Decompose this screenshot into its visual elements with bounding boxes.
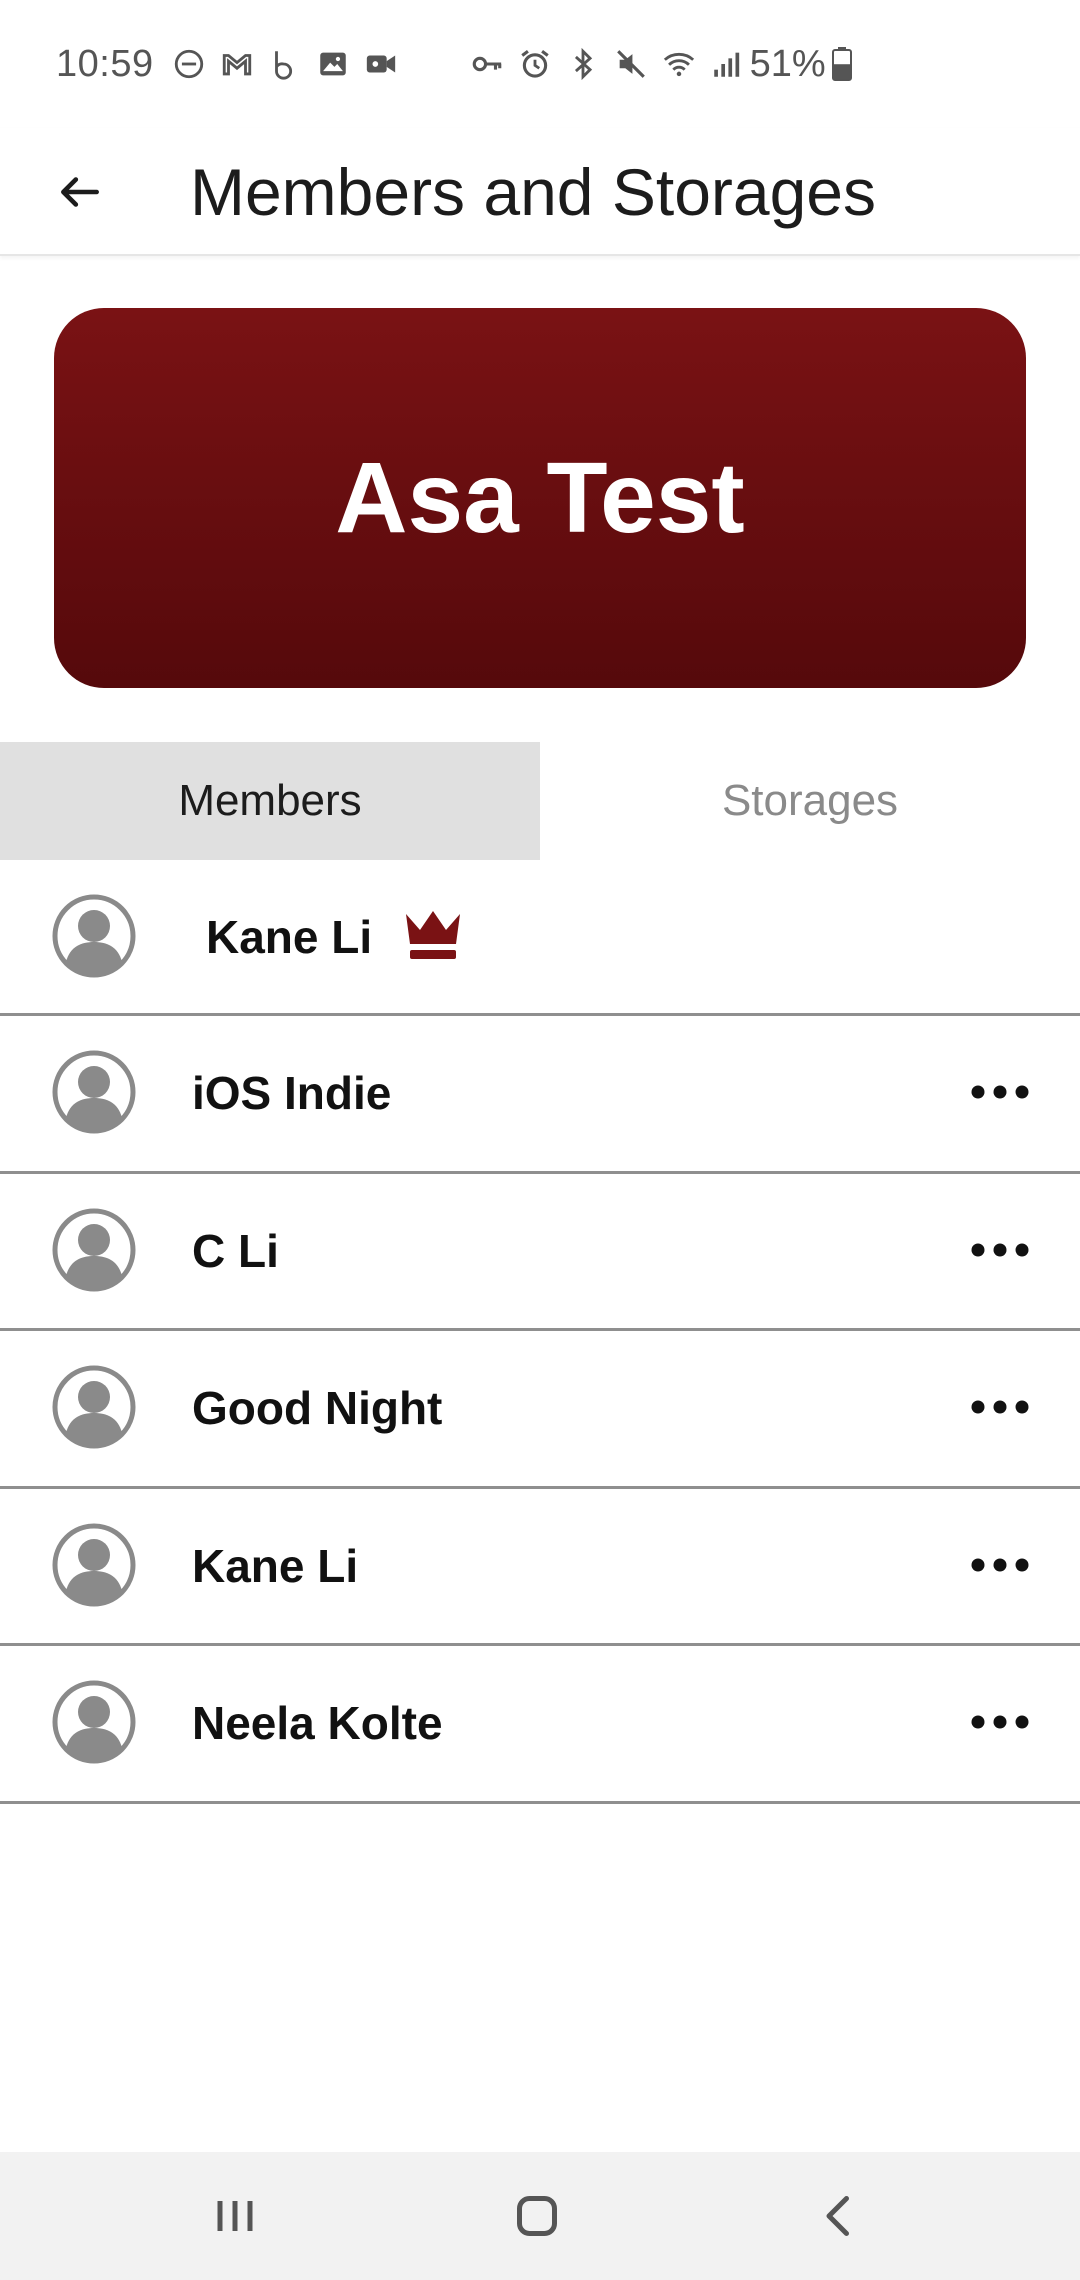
more-options-button[interactable] — [968, 1228, 1032, 1272]
more-horizontal-icon — [971, 1085, 1029, 1099]
more-options-button[interactable] — [968, 1543, 1032, 1587]
status-bar: 10:59 51% — [0, 0, 1080, 128]
home-button[interactable] — [492, 2176, 582, 2256]
alarm-icon — [518, 47, 552, 81]
battery-icon — [831, 47, 852, 81]
more-horizontal-icon — [971, 1243, 1029, 1256]
dnd-icon — [172, 47, 206, 81]
avatar — [52, 1050, 136, 1134]
more-options-button[interactable] — [968, 1070, 1032, 1114]
back-button[interactable] — [44, 156, 116, 228]
member-name: Neela Kolte — [192, 1697, 443, 1749]
status-time: 10:59 — [56, 42, 154, 85]
tab-storages[interactable]: Storages — [540, 742, 1080, 860]
vpn-key-icon — [470, 47, 504, 81]
avatar — [52, 1523, 136, 1607]
recents-button[interactable] — [190, 2176, 280, 2256]
system-nav-bar — [0, 2152, 1080, 2280]
recents-icon — [217, 2201, 253, 2231]
status-notification-icons — [172, 47, 744, 81]
more-options-button[interactable] — [968, 1385, 1032, 1429]
member-row[interactable]: Kane Li — [0, 1489, 1080, 1646]
user-avatar-icon — [52, 1365, 136, 1449]
members-list: Kane Li iOS Indie C Li Good Night Kane L… — [0, 860, 1080, 1804]
more-horizontal-icon — [971, 1715, 1029, 1729]
system-back-button[interactable] — [794, 2176, 884, 2256]
wifi-icon — [662, 47, 696, 81]
bluetooth-icon — [566, 47, 600, 81]
member-row[interactable]: Neela Kolte — [0, 1646, 1080, 1804]
member-row[interactable]: iOS Indie — [0, 1016, 1080, 1174]
member-name: iOS Indie — [192, 1067, 392, 1119]
gmail-icon — [220, 47, 254, 81]
more-options-button[interactable] — [968, 1700, 1032, 1744]
member-row[interactable]: C Li — [0, 1174, 1080, 1331]
avatar — [52, 1680, 136, 1764]
user-avatar-icon — [52, 1208, 136, 1291]
avatar — [52, 1208, 136, 1292]
user-avatar-icon — [52, 1523, 136, 1606]
more-horizontal-icon — [971, 1558, 1029, 1571]
avatar — [52, 1365, 136, 1449]
app-bar: Members and Storages — [0, 128, 1080, 256]
member-name: Kane Li — [206, 911, 373, 963]
user-avatar-icon — [52, 894, 136, 978]
member-row-owner[interactable]: Kane Li — [0, 860, 1080, 1016]
avatar — [52, 894, 136, 978]
group-name: Asa Test — [335, 441, 745, 554]
more-horizontal-icon — [971, 1400, 1029, 1414]
member-row[interactable]: Good Night — [0, 1331, 1080, 1489]
gallery-icon — [316, 47, 350, 81]
b-app-icon — [268, 47, 302, 81]
page-title: Members and Storages — [190, 155, 877, 229]
mute-icon — [614, 47, 648, 81]
back-icon — [826, 2196, 849, 2236]
member-name: Good Night — [192, 1382, 443, 1434]
video-icon — [364, 47, 398, 81]
user-avatar-icon — [52, 1680, 136, 1764]
battery-percent: 51% — [749, 42, 826, 85]
user-avatar-icon — [52, 1050, 136, 1134]
member-name: C Li — [192, 1224, 279, 1277]
member-name: Kane Li — [192, 1539, 359, 1592]
tab-bar: Members Storages — [0, 742, 1080, 860]
crown-icon — [402, 908, 464, 964]
arrow-left-icon — [61, 177, 99, 207]
home-icon — [517, 2196, 557, 2236]
signal-icon — [710, 47, 744, 81]
group-banner: Asa Test — [54, 308, 1026, 688]
tab-members[interactable]: Members — [0, 742, 540, 860]
